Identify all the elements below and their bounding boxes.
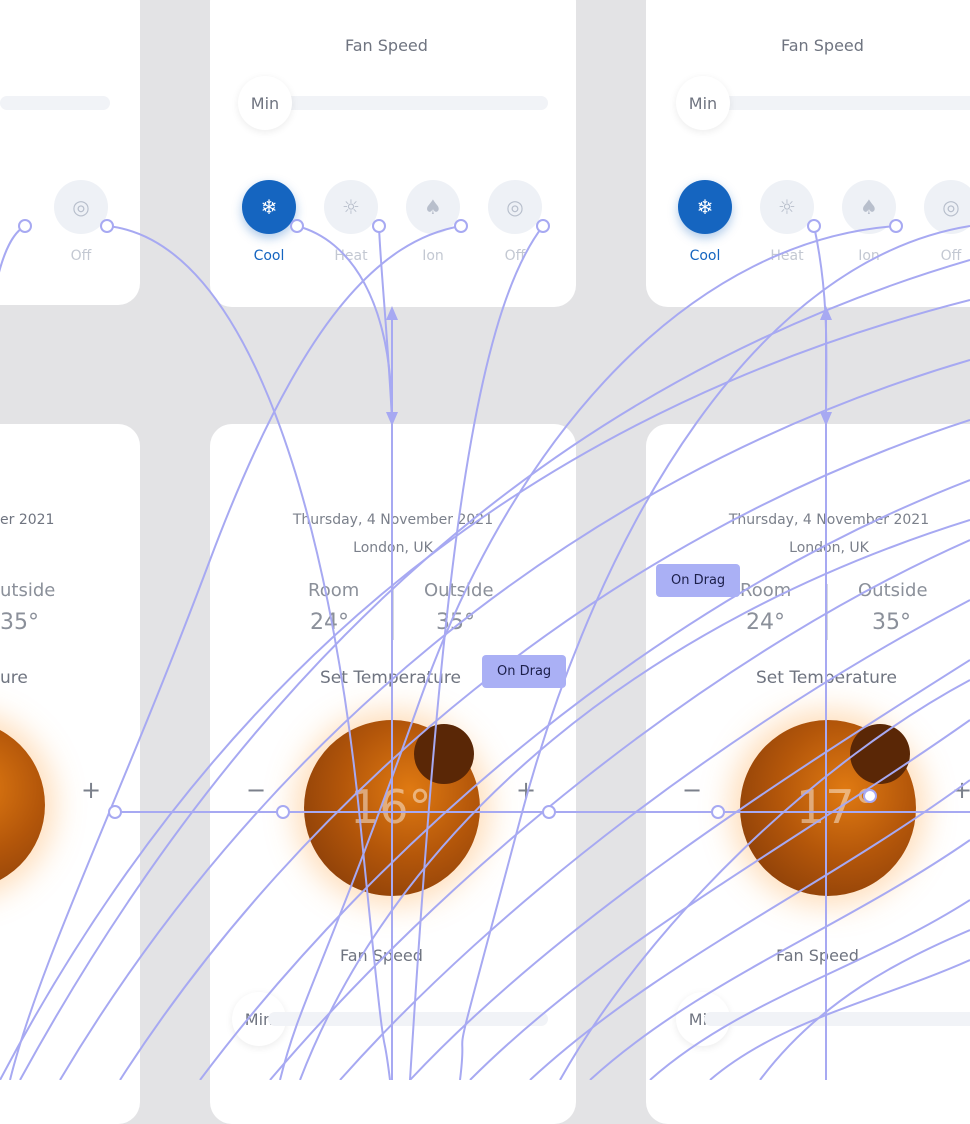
on-drag-tag: On Drag bbox=[656, 564, 741, 597]
prototype-connections bbox=[0, 219, 970, 1080]
on-drag-tag: On Drag bbox=[482, 655, 567, 688]
